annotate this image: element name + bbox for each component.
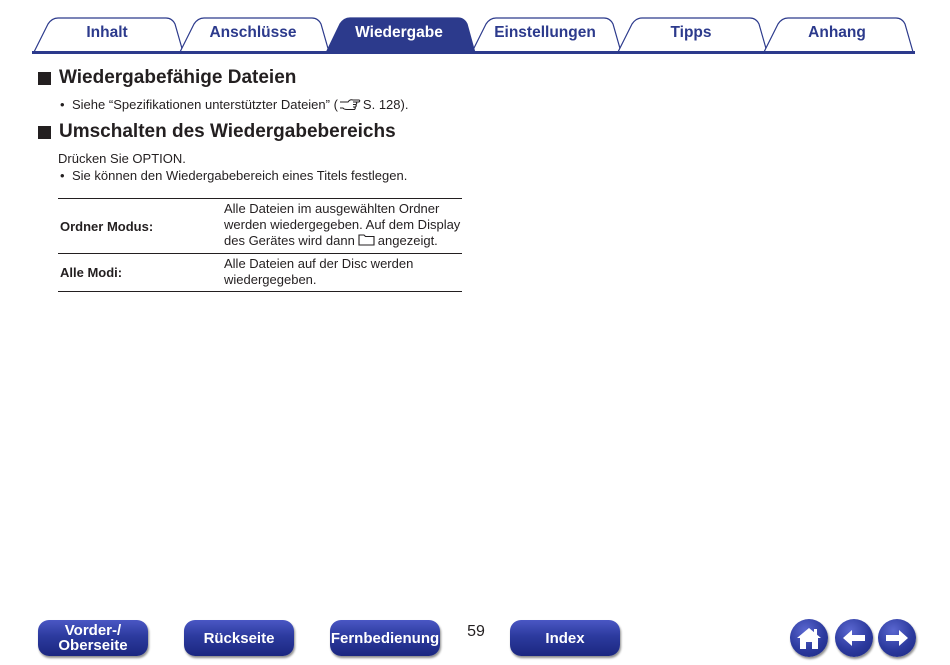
tab-tipps[interactable]: Tipps — [632, 22, 750, 44]
bullet-dot: • — [60, 97, 65, 112]
tab-bar: Inhalt Anschlüsse Wiedergabe Einstellung… — [0, 0, 950, 60]
front-top-label: Vorder-/Oberseite — [58, 623, 127, 653]
description-line: wiedergegeben. — [224, 272, 317, 287]
section-title: Wiedergabefähige Dateien — [59, 67, 297, 88]
folder-icon — [358, 233, 375, 250]
table-row: Alle Modi: Alle Dateien auf der Disc wer… — [58, 254, 462, 292]
arrow-left-icon — [843, 630, 865, 646]
page-number: 59 — [467, 623, 485, 640]
description-line: Alle Dateien auf der Disc werden — [224, 256, 414, 271]
section-heading-playable-files: Wiedergabefähige Dateien — [38, 67, 296, 89]
playback-mode-table: Ordner Modus: Alle Dateien im ausgewählt… — [58, 198, 462, 292]
bullet-playback-range: • Sie können den Wiedergabebereich eines … — [60, 168, 407, 183]
section-title: Umschalten des Wiedergabebereichs — [59, 121, 396, 142]
remote-control-button[interactable]: Fernbedienung — [330, 620, 440, 656]
tab-anschluesse[interactable]: Anschlüsse — [194, 22, 312, 44]
intro-text: Drücken Sie OPTION. — [58, 151, 186, 166]
front-top-line2: Oberseite — [58, 637, 128, 654]
section-heading-playback-range: Umschalten des Wiedergabebereichs — [38, 121, 396, 143]
tab-wiedergabe[interactable]: Wiedergabe — [340, 22, 458, 44]
description-line: angezeigt. — [377, 233, 438, 248]
heading-square-icon — [38, 125, 51, 139]
tab-anhang[interactable]: Anhang — [778, 22, 896, 44]
mode-description: Alle Dateien im ausgewählten Ordner werd… — [222, 199, 462, 254]
back-button[interactable] — [835, 619, 873, 657]
bullet-text: Siehe “Spezifikationen unterstützter Dat… — [72, 97, 338, 112]
front-top-button[interactable]: Vorder-/Oberseite — [38, 620, 148, 656]
arrow-right-icon — [886, 630, 908, 646]
home-icon — [797, 628, 821, 649]
mode-description: Alle Dateien auf der Disc werden wiederg… — [222, 254, 462, 292]
table-row: Ordner Modus: Alle Dateien im ausgewählt… — [58, 198, 462, 254]
bullet-dot: • — [60, 168, 65, 183]
tab-einstellungen[interactable]: Einstellungen — [486, 22, 604, 44]
index-button[interactable]: Index — [510, 620, 620, 656]
bullet-text: Sie können den Wiedergabebereich eines T… — [72, 168, 408, 183]
pointing-hand-icon[interactable] — [339, 98, 361, 114]
mode-key: Alle Modi: — [60, 265, 123, 280]
bullet-spec-reference: • Siehe “Spezifikationen unterstützter Da… — [60, 97, 408, 114]
description-line: des Gerätes wird dann — [224, 233, 355, 248]
page-reference-link[interactable]: S. 128). — [363, 97, 409, 112]
description-line: Alle Dateien im ausgewählten Ordner — [224, 201, 440, 216]
description-line: werden wiedergegeben. Auf dem Display — [224, 217, 461, 232]
home-button[interactable] — [790, 619, 828, 657]
forward-button[interactable] — [878, 619, 916, 657]
rear-panel-button[interactable]: Rückseite — [184, 620, 294, 656]
heading-square-icon — [38, 71, 51, 85]
tab-inhalt[interactable]: Inhalt — [48, 22, 166, 44]
mode-key: Ordner Modus: — [60, 218, 154, 234]
